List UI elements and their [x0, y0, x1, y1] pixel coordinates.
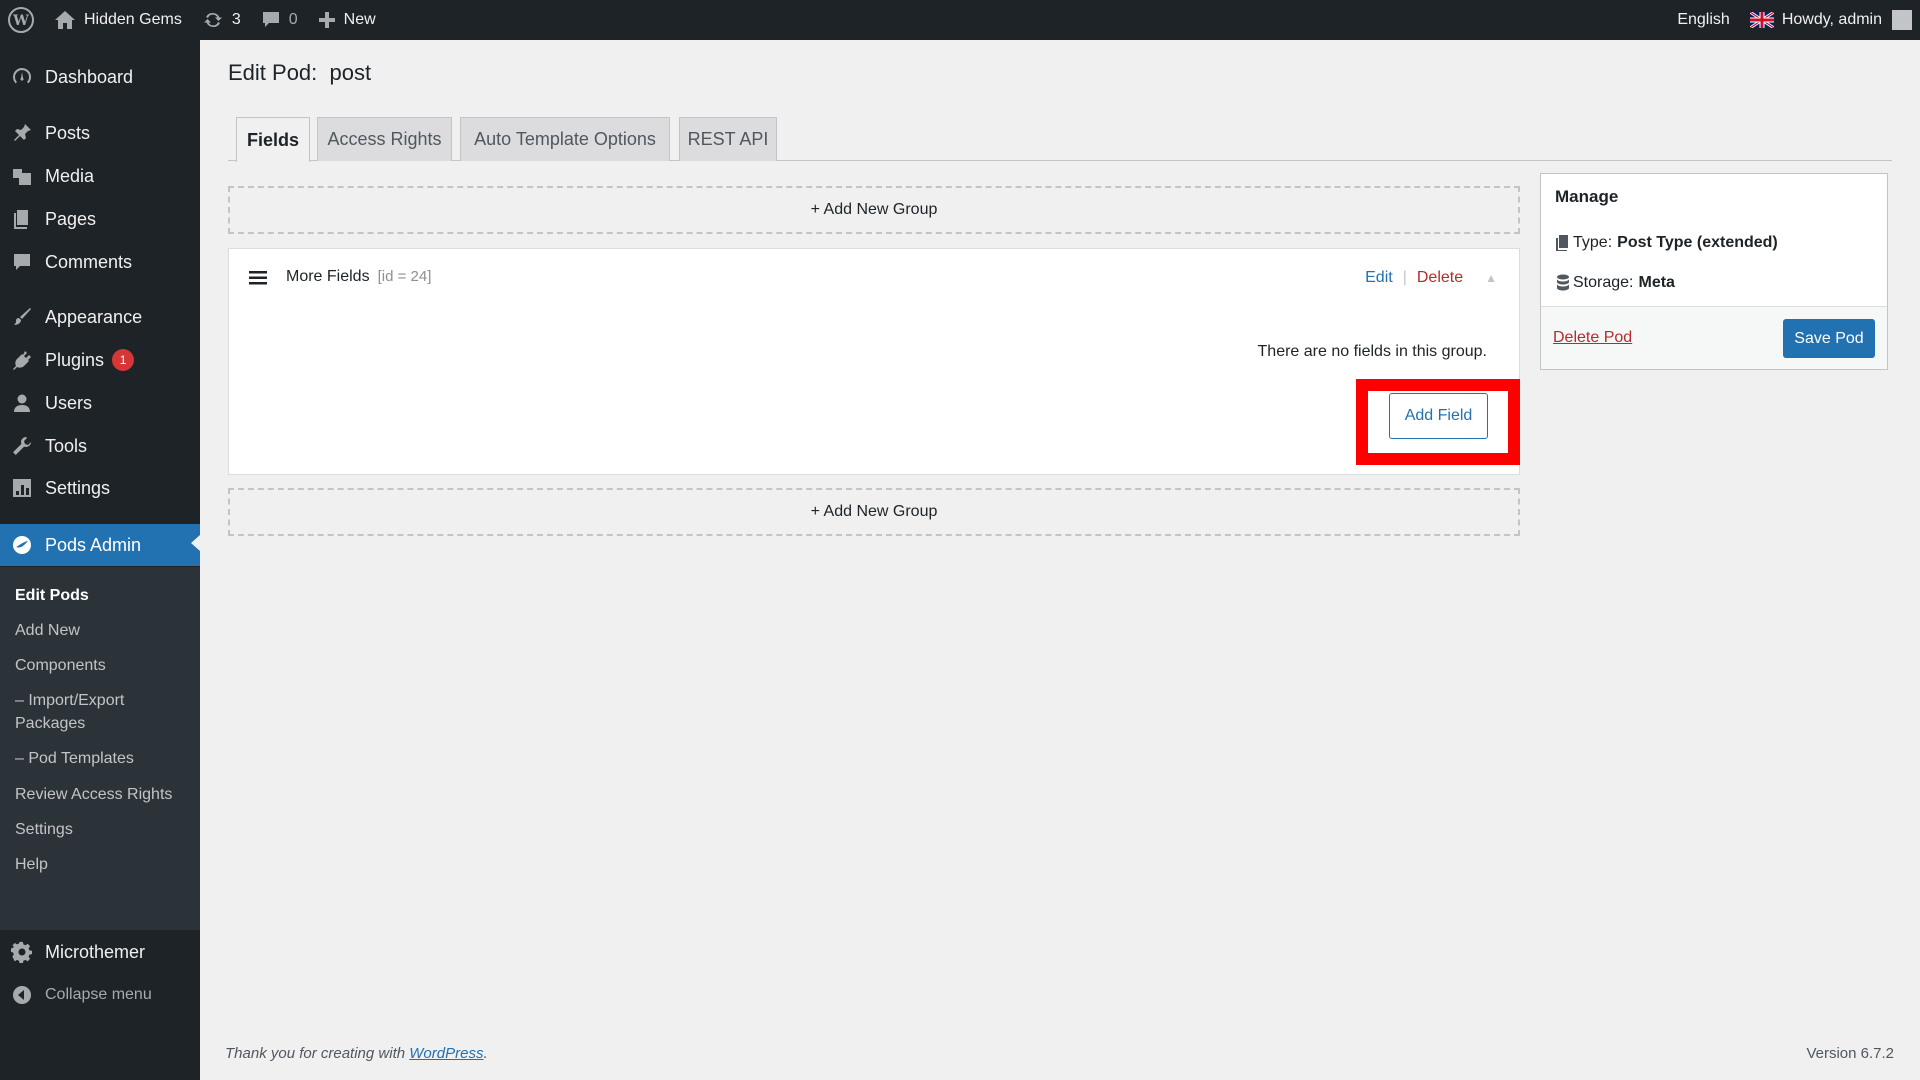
- main-content: Edit Pod: post Fields Access Rights Auto…: [200, 40, 1920, 1080]
- dashboard-icon: [10, 65, 34, 89]
- page-title: Edit Pod: post: [228, 60, 372, 85]
- new-label: New: [343, 11, 376, 28]
- gear-icon: [10, 940, 34, 964]
- pod-storage-value: Meta: [1638, 274, 1675, 291]
- pages-icon: [10, 207, 34, 231]
- sidebar-item-plugins[interactable]: Plugins 1: [0, 341, 200, 379]
- sidebar-item-comments[interactable]: Comments: [0, 243, 200, 281]
- sidebar-item-users[interactable]: Users: [0, 384, 200, 422]
- brush-icon: [10, 305, 34, 329]
- user-icon: [10, 391, 34, 415]
- sidebar-item-settings[interactable]: Settings: [0, 469, 200, 507]
- delete-pod-link[interactable]: Delete Pod: [1553, 329, 1632, 347]
- add-field-button[interactable]: Add Field: [1389, 393, 1488, 439]
- delete-group-link[interactable]: Delete: [1417, 269, 1463, 287]
- my-account[interactable]: Howdy, admin: [1740, 0, 1920, 40]
- plug-icon: [10, 348, 34, 372]
- site-name: Hidden Gems: [84, 11, 182, 28]
- sidebar-item-appearance[interactable]: Appearance: [0, 298, 200, 336]
- sidebar-item-dashboard[interactable]: Dashboard: [0, 58, 200, 96]
- add-new-group-button-top[interactable]: + Add New Group: [228, 186, 1520, 234]
- group-title: More Fields [id = 24]: [286, 268, 431, 286]
- sidebar-item-posts[interactable]: Posts: [0, 114, 200, 152]
- media-icon: [10, 164, 34, 188]
- tab-rest-api[interactable]: REST API: [679, 117, 777, 161]
- save-pod-button[interactable]: Save Pod: [1783, 319, 1875, 358]
- plugins-update-badge: 1: [112, 349, 135, 371]
- uk-flag-icon: [1749, 12, 1774, 28]
- home-icon: [55, 11, 75, 29]
- site-name-link[interactable]: Hidden Gems: [44, 0, 192, 40]
- plus-icon: [318, 12, 335, 28]
- pods-icon: [10, 533, 34, 557]
- add-new-group-button-bottom[interactable]: + Add New Group: [228, 488, 1520, 536]
- footer-thanks: Thank you for creating with WordPress.: [225, 1045, 488, 1062]
- pods-admin-submenu: Edit Pods Add New Components – Import/Ex…: [0, 567, 200, 930]
- howdy-label: Howdy, admin: [1781, 11, 1882, 28]
- tab-fields[interactable]: Fields: [236, 117, 310, 162]
- tab-auto-template-options[interactable]: Auto Template Options: [460, 117, 670, 161]
- submenu-review-access-rights[interactable]: Review Access Rights: [15, 783, 195, 806]
- updates-count: 3: [231, 11, 241, 28]
- pod-storage-row: Storage: Meta: [1555, 274, 1675, 292]
- updates-icon: [203, 12, 222, 28]
- pushpin-icon: [10, 121, 34, 145]
- submenu-edit-pods[interactable]: Edit Pods: [15, 584, 195, 607]
- language-switcher[interactable]: English: [1667, 0, 1739, 40]
- settings-icon: [10, 476, 34, 500]
- database-icon: [1557, 274, 1569, 291]
- manage-footer: Delete Pod Save Pod: [1541, 306, 1887, 369]
- comment-icon: [10, 250, 34, 274]
- wordpress-logo-icon[interactable]: W: [0, 0, 44, 40]
- sidebar-item-tools[interactable]: Tools: [0, 427, 200, 465]
- admin-sidebar: Dashboard Posts Media Pages Comments App…: [0, 40, 200, 1080]
- avatar: [1892, 10, 1912, 30]
- submenu-components[interactable]: Components: [15, 654, 195, 677]
- submenu-help[interactable]: Help: [15, 853, 195, 876]
- wrench-icon: [10, 434, 34, 458]
- submenu-pod-templates[interactable]: – Pod Templates: [15, 747, 195, 770]
- updates-link[interactable]: 3: [192, 0, 251, 40]
- language-label: English: [1677, 11, 1730, 28]
- submenu-add-new[interactable]: Add New: [15, 619, 195, 642]
- pod-tabs: Fields Access Rights Auto Template Optio…: [228, 117, 1892, 162]
- comment-icon: [262, 12, 279, 27]
- comments-count: 0: [288, 11, 298, 28]
- group-id: [id = 24]: [377, 268, 432, 285]
- tab-access-rights[interactable]: Access Rights: [317, 117, 452, 161]
- sidebar-item-media[interactable]: Media: [0, 157, 200, 195]
- actions-separator: |: [1402, 269, 1407, 286]
- sidebar-item-pods-admin[interactable]: Pods Admin: [0, 524, 200, 566]
- group-actions: Edit | Delete ▲: [1365, 269, 1497, 287]
- new-content-link[interactable]: New: [308, 0, 386, 40]
- footer-version: Version 6.7.2: [1806, 1045, 1894, 1062]
- sidebar-item-pages[interactable]: Pages: [0, 200, 200, 238]
- svg-text:W: W: [12, 13, 29, 29]
- drag-handle-icon[interactable]: [249, 271, 267, 290]
- admin-bar: W Hidden Gems 3 0 New English Howdy, adm…: [0, 0, 1920, 40]
- pod-type-value: Post Type (extended): [1617, 234, 1778, 251]
- document-icon: [1556, 235, 1568, 251]
- pod-type-row: Type: Post Type (extended): [1555, 234, 1778, 252]
- edit-group-link[interactable]: Edit: [1365, 269, 1393, 287]
- submenu-import-export[interactable]: – Import/Export Packages: [15, 689, 155, 735]
- collapse-caret-icon[interactable]: ▲: [1485, 271, 1497, 285]
- empty-group-message: There are no fields in this group.: [1257, 343, 1487, 360]
- group-name: More Fields: [286, 268, 370, 285]
- submenu-settings[interactable]: Settings: [15, 818, 195, 841]
- comments-link[interactable]: 0: [251, 0, 308, 40]
- manage-title: Manage: [1555, 187, 1619, 206]
- collapse-arrow-icon: [10, 983, 34, 1007]
- wordpress-link[interactable]: WordPress: [409, 1045, 483, 1062]
- sidebar-item-microthemer[interactable]: Microthemer: [0, 933, 200, 971]
- collapse-menu-button[interactable]: Collapse menu: [0, 976, 200, 1014]
- manage-panel: Manage Type: Post Type (extended) Storag…: [1540, 173, 1888, 370]
- field-group-card: More Fields [id = 24] Edit | Delete ▲ The…: [228, 248, 1520, 475]
